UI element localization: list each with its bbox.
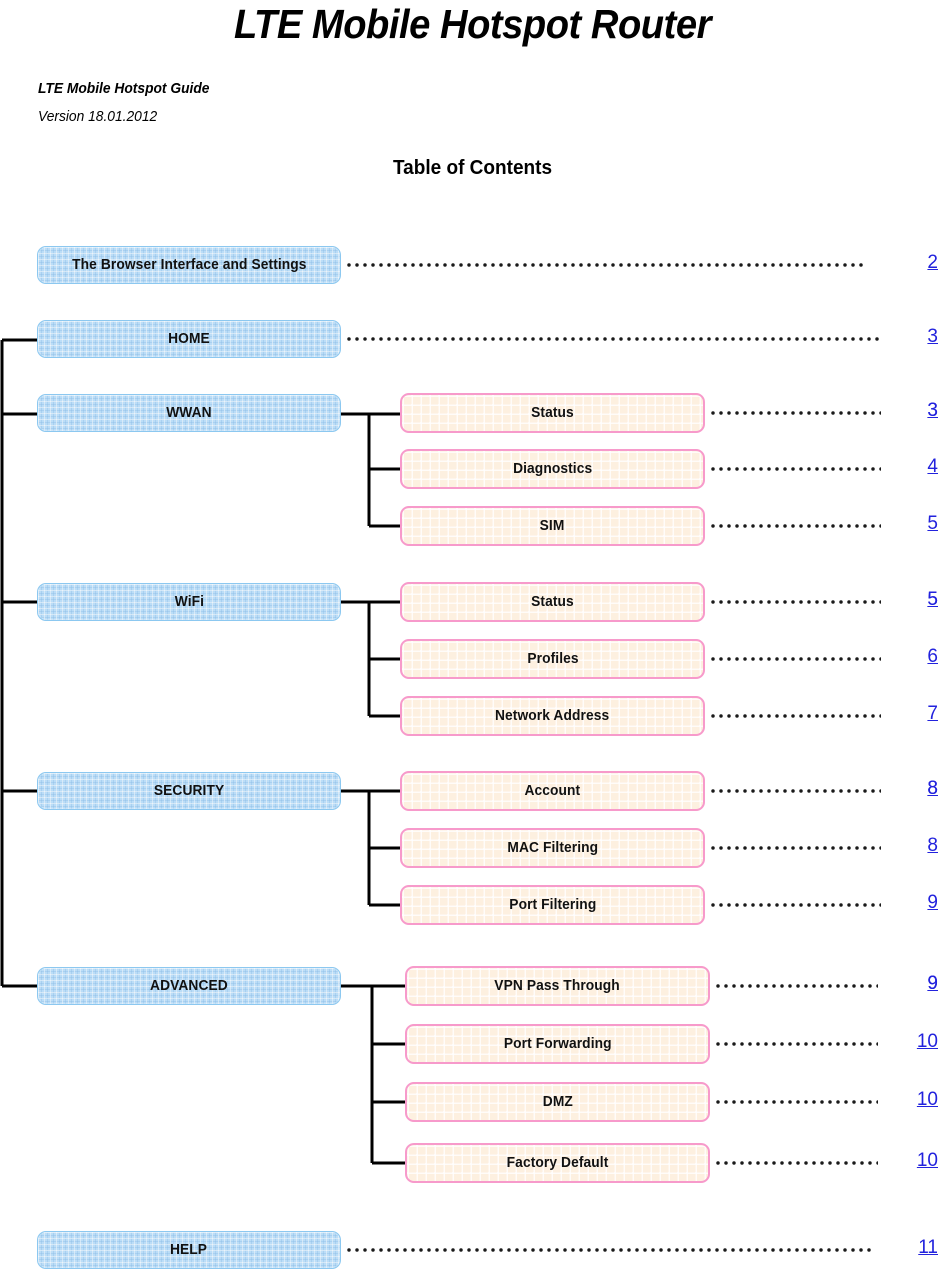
toc-node-label: DMZ [542, 1094, 573, 1110]
toc-node-label: ADVANCED [150, 978, 228, 994]
leader-dots [714, 1100, 878, 1104]
toc-node-wwan[interactable]: WWAN [37, 394, 341, 432]
toc-node-help[interactable]: HELP [37, 1231, 341, 1269]
leader-dots [709, 411, 881, 415]
toc-node-port-filtering[interactable]: Port Filtering [400, 885, 705, 925]
page-number-link[interactable]: 6 [878, 646, 938, 668]
page-number-link[interactable]: 9 [878, 892, 938, 914]
toc-node-advanced[interactable]: ADVANCED [37, 967, 341, 1005]
page-number-link[interactable]: 10 [878, 1150, 938, 1172]
toc-node-status[interactable]: Status [400, 582, 705, 622]
page-number-link[interactable]: 3 [878, 326, 938, 348]
toc-node-label: Factory Default [506, 1155, 609, 1171]
toc-node-vpn-pass-through[interactable]: VPN Pass Through [405, 966, 710, 1006]
toc-node-wifi[interactable]: WiFi [37, 583, 341, 621]
page-number-link[interactable]: 10 [878, 1089, 938, 1111]
leader-dots [714, 984, 878, 988]
toc-node-the-browser-interface-and-settings[interactable]: The Browser Interface and Settings [37, 246, 341, 284]
leader-dots [709, 714, 881, 718]
leader-dots [714, 1161, 878, 1165]
toc-node-label: The Browser Interface and Settings [71, 257, 307, 273]
toc-node-status[interactable]: Status [400, 393, 705, 433]
toc-node-label: Port Filtering [508, 897, 597, 913]
leader-dots [709, 903, 881, 907]
page-number-link[interactable]: 7 [878, 703, 938, 725]
toc-node-label: Account [524, 783, 581, 799]
page-number-link[interactable]: 9 [878, 973, 938, 995]
toc-node-dmz[interactable]: DMZ [405, 1082, 710, 1122]
page-number-link[interactable]: 2 [878, 252, 938, 274]
toc-node-mac-filtering[interactable]: MAC Filtering [400, 828, 705, 868]
toc-node-label: MAC Filtering [507, 840, 598, 856]
leader-dots [345, 263, 865, 267]
page-number-link[interactable]: 5 [878, 589, 938, 611]
page-number-link[interactable]: 8 [878, 835, 938, 857]
toc-node-label: SECURITY [153, 783, 225, 799]
leader-dots [709, 467, 881, 471]
toc-node-sim[interactable]: SIM [400, 506, 705, 546]
toc-node-label: Status [531, 405, 574, 421]
toc-node-label: Diagnostics [512, 461, 593, 477]
leader-dots [345, 1248, 875, 1252]
toc-node-label: VPN Pass Through [494, 978, 621, 994]
page-number-link[interactable]: 4 [878, 456, 938, 478]
page-number-link[interactable]: 8 [878, 778, 938, 800]
leader-dots [709, 600, 881, 604]
toc-node-label: HOME [168, 331, 210, 347]
toc-node-factory-default[interactable]: Factory Default [405, 1143, 710, 1183]
leader-dots [709, 789, 881, 793]
leader-dots [714, 1042, 878, 1046]
toc-node-label: Profiles [526, 651, 579, 667]
page-number-link[interactable]: 11 [878, 1237, 938, 1259]
toc-node-profiles[interactable]: Profiles [400, 639, 705, 679]
leader-dots [709, 657, 881, 661]
toc-node-label: SIM [540, 518, 565, 534]
leader-dots [709, 524, 881, 528]
leader-dots [345, 337, 883, 341]
toc-node-diagnostics[interactable]: Diagnostics [400, 449, 705, 489]
table-of-contents-diagram: The Browser Interface and Settings HOME WW… [0, 0, 945, 1273]
toc-node-label: Port Forwarding [503, 1036, 612, 1052]
toc-node-network-address[interactable]: Network Address [400, 696, 705, 736]
page-number-link[interactable]: 3 [878, 400, 938, 422]
toc-node-label: HELP [170, 1242, 208, 1258]
leader-dots [709, 846, 881, 850]
toc-node-label: Status [531, 594, 574, 610]
page-number-link[interactable]: 5 [878, 513, 938, 535]
toc-node-home[interactable]: HOME [37, 320, 341, 358]
toc-node-security[interactable]: SECURITY [37, 772, 341, 810]
page-number-link[interactable]: 10 [878, 1031, 938, 1053]
toc-node-label: Network Address [495, 708, 610, 724]
toc-node-label: WiFi [174, 594, 204, 610]
toc-node-label: WWAN [166, 405, 212, 421]
toc-node-account[interactable]: Account [400, 771, 705, 811]
toc-node-port-forwarding[interactable]: Port Forwarding [405, 1024, 710, 1064]
